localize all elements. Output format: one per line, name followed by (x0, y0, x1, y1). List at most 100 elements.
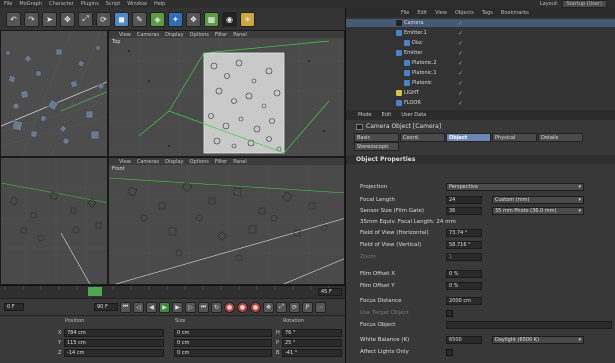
sensor-preset-dropdown[interactable]: 35 mm Photo (36.0 mm) (492, 207, 584, 215)
object-row[interactable]: Camera ✓ (346, 19, 615, 27)
visibility-check-icon[interactable]: ✓ (458, 50, 463, 57)
vp-menu-view[interactable]: View (119, 32, 131, 38)
deformer-icon[interactable]: ❖ (186, 11, 201, 27)
om-menu-edit[interactable]: Edit (417, 10, 427, 16)
scene-icon[interactable]: ▦ (204, 11, 219, 27)
object-row[interactable]: Platonic ✓ (346, 79, 615, 87)
camera-icon[interactable]: ◉ (222, 11, 237, 27)
vp-menu-view[interactable]: View (119, 159, 131, 165)
key-scale-icon[interactable]: ⤢ (276, 301, 287, 313)
white-balance-field[interactable]: 6500 (446, 336, 482, 344)
object-row[interactable]: Emitter.1 ✓ (346, 29, 615, 37)
vp-menu-panel[interactable]: Panel (233, 32, 247, 38)
projection-dropdown[interactable]: Perspective (446, 183, 584, 191)
menu-character[interactable]: Character (49, 1, 74, 7)
visibility-check-icon[interactable]: ✓ (458, 80, 463, 87)
object-row[interactable]: FLOOR ✓ (346, 99, 615, 107)
goto-end-icon[interactable]: ⏭ (198, 301, 209, 313)
key-pla-icon[interactable]: ⋯ (315, 301, 326, 313)
vp-menu-cameras[interactable]: Cameras (137, 159, 159, 165)
visibility-check-icon[interactable]: ✓ (458, 100, 463, 107)
vp-menu-options[interactable]: Options (190, 32, 209, 38)
prev-frame-icon[interactable]: ◀ (146, 301, 157, 313)
tab-basic[interactable]: Basic (354, 133, 399, 142)
fov-horizontal-field[interactable]: 73.74 ° (446, 229, 482, 237)
visibility-check-icon[interactable]: ✓ (458, 90, 463, 97)
tab-object[interactable]: Object (446, 133, 491, 142)
fov-vertical-field[interactable]: 58.716 ° (446, 241, 482, 249)
attr-menu-mode[interactable]: Mode (358, 112, 372, 118)
focal-preset-dropdown[interactable]: Custom (mm) (492, 196, 584, 204)
select-icon[interactable]: ➤ (42, 11, 57, 27)
film-offset-x-field[interactable]: 0 % (446, 270, 482, 278)
attr-menu-edit[interactable]: Edit (382, 112, 392, 118)
viewport-right[interactable] (0, 157, 108, 285)
zoom-field[interactable]: 1 (446, 253, 482, 261)
menu-mograph[interactable]: MoGraph (19, 1, 42, 7)
visibility-check-icon[interactable]: ✓ (458, 30, 463, 37)
film-offset-y-field[interactable]: 0 % (446, 282, 482, 290)
rotate-icon[interactable]: ⟳ (96, 11, 111, 27)
next-frame-icon[interactable]: ▶ (172, 301, 183, 313)
light-icon[interactable]: ☀ (240, 11, 255, 27)
menu-file[interactable]: File (4, 1, 12, 7)
end-frame-field[interactable]: 90 F (94, 303, 118, 311)
tab-physical[interactable]: Physical (492, 133, 537, 142)
rotation-h-field[interactable]: 76 ° (282, 328, 342, 337)
pen-icon[interactable]: ✎ (132, 11, 147, 27)
menu-plugins[interactable]: Plugins (81, 1, 99, 7)
start-frame-field[interactable]: 0 F (4, 303, 24, 311)
viewport-perspective[interactable] (0, 30, 108, 157)
autokey-icon[interactable]: ● (237, 301, 248, 313)
om-menu-bookmarks[interactable]: Bookmarks (501, 10, 529, 16)
position-z-field[interactable]: -14 cm (64, 348, 164, 357)
object-row[interactable]: Platonic.2 ✓ (346, 59, 615, 67)
goto-start-icon[interactable]: ⏮ (120, 301, 131, 313)
current-frame-field[interactable]: 45 F (318, 288, 342, 296)
affect-lights-checkbox[interactable] (446, 348, 453, 356)
menu-script[interactable]: Script (106, 1, 121, 7)
om-menu-objects[interactable]: Objects (455, 10, 474, 16)
sensor-size-field[interactable]: 36 (446, 207, 482, 215)
vp-menu-options[interactable]: Options (190, 159, 209, 165)
prev-key-icon[interactable]: ◁ (133, 301, 144, 313)
tab-stereoscopic[interactable]: Stereoscopic (354, 142, 399, 151)
visibility-check-icon[interactable]: ✓ (458, 70, 463, 77)
om-menu-file[interactable]: File (401, 10, 409, 16)
object-row[interactable]: LIGHT ✓ (346, 89, 615, 97)
size-x-field[interactable]: 0 cm (174, 328, 272, 337)
position-x-field[interactable]: 784 cm (64, 328, 164, 337)
object-row[interactable]: Disc ✓ (346, 39, 615, 47)
menu-window[interactable]: Window (127, 1, 147, 7)
viewport-top[interactable]: View Cameras Display Options Filter Pane… (108, 30, 345, 157)
focus-distance-field[interactable]: 2000 cm (446, 297, 482, 305)
om-menu-tags[interactable]: Tags (482, 10, 493, 16)
rotation-b-field[interactable]: -41 ° (282, 348, 342, 357)
timeline-ruler[interactable]: 45 F (0, 285, 345, 298)
menu-help[interactable]: Help (154, 1, 165, 7)
scale-icon[interactable]: ⤢ (78, 11, 93, 27)
vp-menu-filter[interactable]: Filter (215, 159, 227, 165)
viewport-front[interactable]: View Cameras Display Options Filter Pane… (108, 157, 345, 285)
vp-menu-display[interactable]: Display (165, 32, 183, 38)
array-icon[interactable]: ✦ (168, 11, 183, 27)
vp-menu-filter[interactable]: Filter (215, 32, 227, 38)
redo-icon[interactable]: ↷ (24, 11, 39, 27)
next-key-icon[interactable]: ▷ (185, 301, 196, 313)
cube-icon[interactable]: ◼ (114, 11, 129, 27)
tab-details[interactable]: Details (538, 133, 583, 142)
size-y-field[interactable]: 0 cm (174, 338, 272, 347)
focus-object-field[interactable] (446, 321, 612, 329)
visibility-check-icon[interactable]: ✓ (458, 20, 463, 27)
rotation-p-field[interactable]: 25 ° (282, 338, 342, 347)
loop-icon[interactable]: ↻ (211, 301, 222, 313)
play-icon[interactable]: ▶ (159, 301, 170, 313)
record-icon[interactable]: ● (224, 301, 235, 313)
tab-coord[interactable]: Coord. (400, 133, 445, 142)
visibility-check-icon[interactable]: ✓ (458, 40, 463, 47)
key-position-icon[interactable]: ✥ (263, 301, 274, 313)
object-row[interactable]: Platonic.1 ✓ (346, 69, 615, 77)
use-target-checkbox[interactable] (446, 309, 453, 317)
layout-dropdown[interactable]: Startup (User) (561, 0, 607, 8)
key-param-icon[interactable]: P (302, 301, 313, 313)
